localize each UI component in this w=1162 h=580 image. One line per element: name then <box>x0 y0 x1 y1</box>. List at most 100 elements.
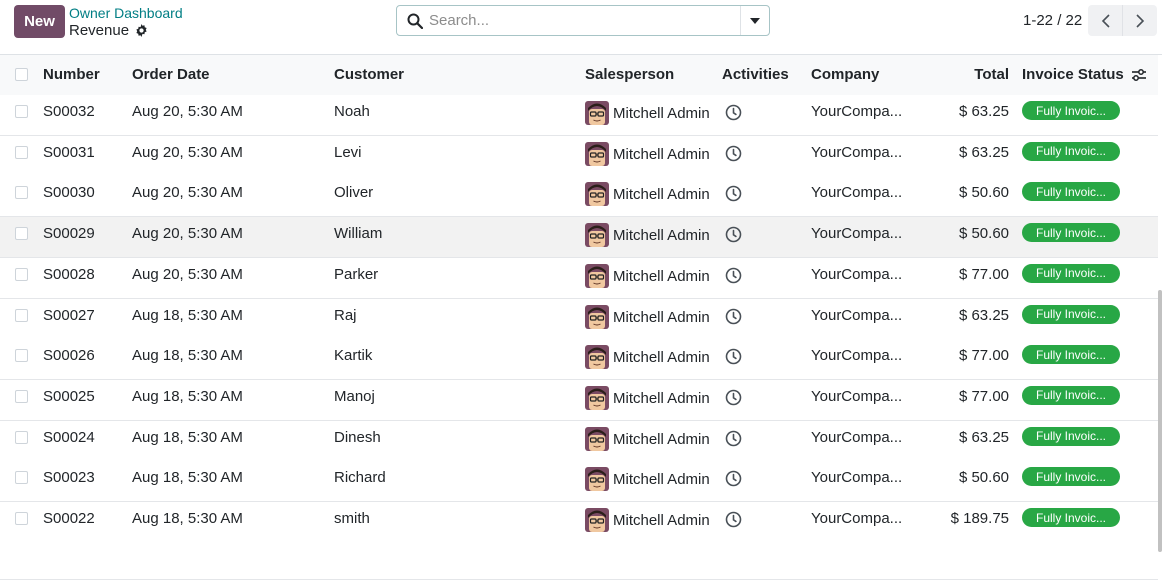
company-name: YourCompa... <box>811 510 903 527</box>
search-icon <box>407 13 423 29</box>
order-date: Aug 18, 5:30 AM <box>132 387 243 405</box>
column-invoice-status[interactable]: Invoice Status <box>1022 66 1124 83</box>
table-row[interactable]: S00025 Aug 18, 5:30 AM Manoj Mitchell Ad… <box>0 379 1158 421</box>
status-badge: Fully Invoic... <box>1022 345 1120 365</box>
user-avatar <box>585 263 609 288</box>
clock-icon[interactable] <box>725 470 742 487</box>
row-checkbox[interactable] <box>15 430 28 444</box>
row-checkbox[interactable] <box>15 308 28 322</box>
user-avatar <box>585 467 609 492</box>
pager-next-button[interactable] <box>1122 5 1157 36</box>
table-row[interactable]: S00027 Aug 18, 5:30 AM Raj Mitchell Admi… <box>0 298 1158 340</box>
column-total[interactable]: Total <box>974 66 1009 83</box>
table-row[interactable]: S00023 Aug 18, 5:30 AM Richard Mitchell … <box>0 461 1158 503</box>
company-name: YourCompa... <box>811 306 903 324</box>
customer-name: Noah <box>334 103 370 120</box>
customer-name: Levi <box>334 143 362 161</box>
user-avatar <box>585 508 609 532</box>
row-checkbox[interactable] <box>15 105 28 118</box>
clock-icon[interactable] <box>725 104 742 121</box>
salesperson-name: Mitchell Admin <box>613 186 710 204</box>
table-row[interactable]: S00031 Aug 20, 5:30 AM Levi Mitchell Adm… <box>0 135 1158 177</box>
column-company[interactable]: Company <box>811 66 879 83</box>
company-name: YourCompa... <box>811 347 903 365</box>
order-total: $ 50.60 <box>958 225 1009 243</box>
clock-icon[interactable] <box>725 308 742 325</box>
user-avatar <box>585 345 609 370</box>
row-checkbox[interactable] <box>15 267 28 281</box>
pager-previous-button[interactable] <box>1088 5 1122 36</box>
row-checkbox[interactable] <box>15 227 28 241</box>
order-number: S00030 <box>43 184 95 202</box>
clock-icon[interactable] <box>725 348 742 365</box>
table-row[interactable]: S00030 Aug 20, 5:30 AM Oliver Mitchell A… <box>0 176 1158 218</box>
customer-name: Oliver <box>334 184 374 202</box>
page-title: Revenue <box>69 22 130 39</box>
table-row[interactable]: S00026 Aug 18, 5:30 AM Kartik Mitchell A… <box>0 339 1158 381</box>
column-customer[interactable]: Customer <box>334 66 404 83</box>
breadcrumb-parent[interactable]: Owner Dashboard <box>69 5 183 21</box>
vertical-scrollbar[interactable] <box>1158 290 1162 552</box>
salesperson-name: Mitchell Admin <box>613 267 710 285</box>
order-total: $ 63.25 <box>958 306 1009 324</box>
status-badge: Fully Invoic... <box>1022 385 1120 405</box>
column-order-date[interactable]: Order Date <box>132 66 210 83</box>
column-salesperson[interactable]: Salesperson <box>585 66 674 83</box>
clock-icon[interactable] <box>725 145 742 162</box>
order-number: S00024 <box>43 428 95 446</box>
row-checkbox[interactable] <box>15 512 28 525</box>
company-name: YourCompa... <box>811 387 903 405</box>
order-number: S00031 <box>43 143 95 161</box>
status-badge: Fully Invoic... <box>1022 304 1120 324</box>
table-row-partial[interactable] <box>0 539 1158 580</box>
order-number: S00023 <box>43 469 95 487</box>
order-number: S00028 <box>43 265 95 283</box>
status-badge: Fully Invoic... <box>1022 426 1120 446</box>
order-date: Aug 20, 5:30 AM <box>132 103 243 120</box>
clock-icon[interactable] <box>725 389 742 406</box>
salesperson-name: Mitchell Admin <box>613 512 710 529</box>
order-date: Aug 20, 5:30 AM <box>132 265 243 283</box>
row-checkbox[interactable] <box>15 349 28 363</box>
row-checkbox[interactable] <box>15 186 28 200</box>
clock-icon[interactable] <box>725 511 742 528</box>
clock-icon[interactable] <box>725 185 742 202</box>
clock-icon[interactable] <box>725 430 742 447</box>
user-avatar <box>585 385 609 410</box>
order-number: S00032 <box>43 103 95 120</box>
gear-icon[interactable] <box>135 24 148 37</box>
row-checkbox[interactable] <box>15 471 28 485</box>
status-badge: Fully Invoic... <box>1022 141 1120 161</box>
pager-value[interactable]: 1-22 / 22 <box>1023 12 1082 29</box>
new-button[interactable]: New <box>14 5 65 38</box>
company-name: YourCompa... <box>811 428 903 446</box>
search-options-toggle[interactable] <box>740 6 769 35</box>
search-input[interactable] <box>429 7 740 34</box>
customer-name: smith <box>334 510 370 527</box>
order-total: $ 63.25 <box>958 103 1009 120</box>
table-row[interactable]: S00022 Aug 18, 5:30 AM smith Mitchell Ad… <box>0 502 1158 543</box>
clock-icon[interactable] <box>725 226 742 243</box>
select-all-checkbox[interactable] <box>15 68 28 81</box>
company-name: YourCompa... <box>811 225 903 243</box>
column-activities[interactable]: Activities <box>722 66 789 83</box>
sliders-icon[interactable] <box>1131 68 1147 82</box>
caret-down-icon <box>750 17 760 24</box>
row-checkbox[interactable] <box>15 145 28 159</box>
table-row[interactable]: S00028 Aug 20, 5:30 AM Parker Mitchell A… <box>0 257 1158 299</box>
company-name: YourCompa... <box>811 103 903 120</box>
row-checkbox[interactable] <box>15 389 28 403</box>
order-number: S00026 <box>43 347 95 365</box>
clock-icon[interactable] <box>725 267 742 284</box>
customer-name: Raj <box>334 306 357 324</box>
customer-name: Richard <box>334 469 386 487</box>
table-row[interactable]: S00029 Aug 20, 5:30 AM William Mitchell … <box>0 217 1158 259</box>
status-badge: Fully Invoic... <box>1022 182 1120 202</box>
salesperson-name: Mitchell Admin <box>613 389 710 407</box>
salesperson-name: Mitchell Admin <box>613 227 710 245</box>
table-row[interactable]: S00032 Aug 20, 5:30 AM Noah Mitchell Adm… <box>0 95 1158 136</box>
column-number[interactable]: Number <box>43 66 100 83</box>
user-avatar <box>585 141 609 166</box>
table-row[interactable]: S00024 Aug 18, 5:30 AM Dinesh Mitchell A… <box>0 420 1158 462</box>
status-badge: Fully Invoic... <box>1022 101 1120 120</box>
